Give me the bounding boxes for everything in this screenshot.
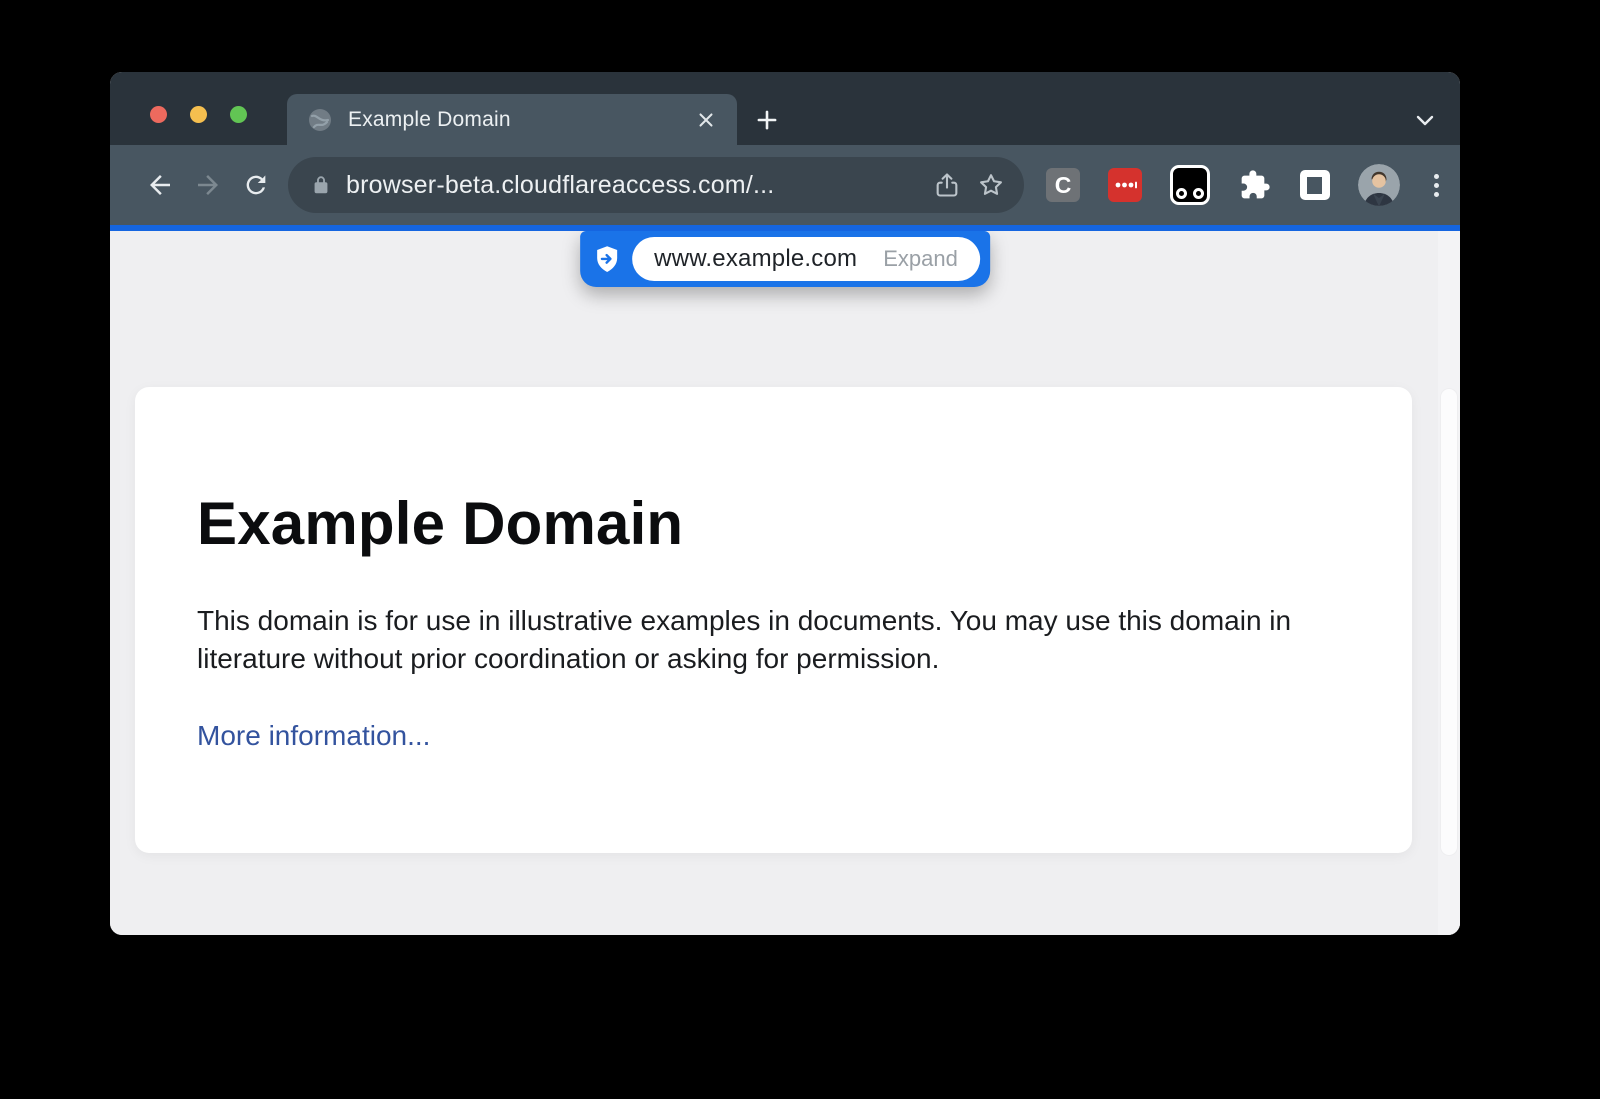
- kebab-dot: [1434, 192, 1439, 197]
- address-bar[interactable]: browser-beta.cloudflareaccess.com/...: [288, 157, 1024, 213]
- reload-button[interactable]: [232, 161, 280, 209]
- browser-menu-button[interactable]: [1426, 168, 1446, 202]
- plus-icon: [754, 107, 780, 133]
- reload-icon: [242, 171, 270, 199]
- left-circle-icon: [1176, 188, 1187, 199]
- tab-search-chevron-button[interactable]: [1412, 110, 1438, 132]
- expand-button[interactable]: Expand: [883, 246, 958, 272]
- close-window-button[interactable]: [150, 106, 167, 123]
- extension-bar: C: [1046, 164, 1446, 206]
- lastpass-dots-icon: [1112, 173, 1138, 197]
- tab-title: Example Domain: [348, 108, 691, 132]
- scrollbar-thumb[interactable]: [1441, 389, 1457, 855]
- share-icon: [933, 171, 961, 199]
- star-icon: [977, 171, 1005, 199]
- tab-strip: Example Domain: [110, 72, 1460, 145]
- globe-favicon-icon: [307, 107, 333, 133]
- content-card: Example Domain This domain is for use in…: [135, 387, 1412, 853]
- clickup-extension-button[interactable]: C: [1046, 168, 1080, 202]
- kebab-dot: [1434, 174, 1439, 179]
- page-paragraph: This domain is for use in illustrative e…: [197, 602, 1342, 678]
- isolation-hostname: www.example.com: [654, 245, 857, 273]
- minimize-window-button[interactable]: [190, 106, 207, 123]
- scrollbar-track[interactable]: [1438, 231, 1460, 935]
- back-arrow-icon: [145, 170, 175, 200]
- forward-button[interactable]: [184, 161, 232, 209]
- new-tab-button[interactable]: [752, 105, 782, 135]
- browser-window: Example Domain: [110, 72, 1460, 935]
- page-heading: Example Domain: [197, 489, 1342, 558]
- isolation-host-banner: www.example.com Expand: [580, 231, 990, 287]
- browser-tab[interactable]: Example Domain: [287, 94, 737, 145]
- fullscreen-window-button[interactable]: [230, 106, 247, 123]
- window-controls: [150, 106, 247, 123]
- bookmark-button[interactable]: [974, 168, 1008, 202]
- share-button[interactable]: [930, 168, 964, 202]
- puzzle-piece-icon: [1239, 169, 1271, 201]
- profile-avatar[interactable]: [1358, 164, 1400, 206]
- more-information-link[interactable]: More information...: [197, 720, 430, 751]
- binoculars-extension-button[interactable]: [1170, 165, 1210, 205]
- lastpass-extension-button[interactable]: [1108, 168, 1142, 202]
- isolation-host-pill[interactable]: www.example.com Expand: [632, 237, 980, 281]
- chevron-down-icon: [1413, 111, 1437, 131]
- url-text: browser-beta.cloudflareaccess.com/...: [346, 171, 920, 200]
- browser-toolbar: browser-beta.cloudflareaccess.com/... C: [110, 145, 1460, 225]
- page-viewport: www.example.com Expand Example Domain Th…: [110, 231, 1460, 935]
- side-panel-icon: [1307, 177, 1322, 194]
- forward-arrow-icon: [193, 170, 223, 200]
- avatar-photo: [1358, 164, 1400, 206]
- shield-arrow-icon: [592, 244, 622, 274]
- lock-icon: [310, 174, 332, 196]
- extensions-menu-button[interactable]: [1238, 168, 1272, 202]
- right-circle-icon: [1193, 188, 1204, 199]
- close-tab-icon[interactable]: [691, 105, 721, 135]
- back-button[interactable]: [136, 161, 184, 209]
- kebab-dot: [1434, 183, 1439, 188]
- side-panel-button[interactable]: [1300, 170, 1330, 200]
- clickup-label: C: [1055, 172, 1072, 199]
